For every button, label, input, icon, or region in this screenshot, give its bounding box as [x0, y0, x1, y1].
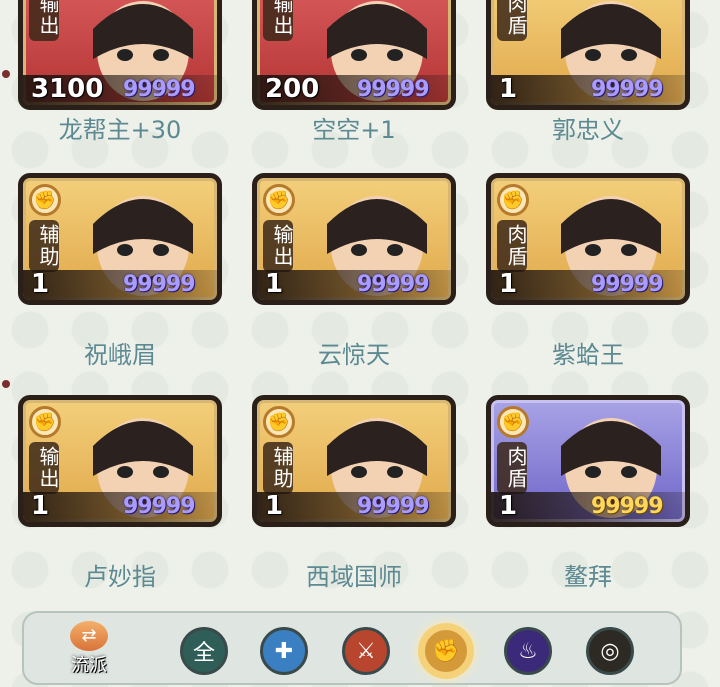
- hero-name: 鳌拜: [564, 563, 612, 591]
- hero-card[interactable]: 输出 3100 99999: [18, 0, 222, 110]
- hero-card[interactable]: ✊ 输出 1 99999: [18, 395, 222, 527]
- hero-level: 200: [265, 74, 320, 104]
- hero-power: 99999: [123, 494, 196, 519]
- hero-power: 99999: [123, 272, 196, 297]
- hero-card[interactable]: 输出 200 99999: [252, 0, 456, 110]
- fist-icon: ✊: [29, 406, 61, 438]
- role-badge: 肉盾: [497, 442, 528, 494]
- hero-power: 99999: [591, 272, 664, 297]
- school-label: 流派: [71, 655, 107, 676]
- swirl-filter-button[interactable]: ◎: [586, 627, 634, 675]
- hero-level: 1: [265, 491, 284, 521]
- hero-level: 1: [31, 269, 50, 299]
- sword-filter-button[interactable]: ✚: [260, 627, 308, 675]
- hero-level: 3100: [31, 74, 104, 104]
- role-badge: 辅助: [263, 442, 294, 494]
- fist-icon: ✊: [432, 638, 460, 664]
- role-badge: 输出: [263, 220, 294, 272]
- hero-name: 郭忠义: [552, 116, 624, 144]
- role-badge: 肉盾: [497, 220, 528, 272]
- swap-icon: ⇄: [70, 621, 108, 651]
- hero-power: 99999: [357, 272, 430, 297]
- hero-power: 99999: [591, 494, 664, 519]
- role-badge: 输出: [29, 0, 60, 41]
- role-badge: 辅助: [29, 220, 60, 272]
- hero-name: 云惊天: [318, 341, 390, 369]
- hero-card[interactable]: ✊ 肉盾 1 99999: [486, 395, 690, 527]
- hero-name: 空空+1: [312, 116, 396, 144]
- blade-icon: ⚔: [356, 638, 376, 664]
- all-icon: 全: [192, 641, 215, 666]
- role-badge: 输出: [263, 0, 294, 41]
- hero-grid: 输出 3100 99999 龙帮主+30 输出 200 99999 空空+1 肉盾 1 99999 郭…: [0, 0, 720, 610]
- all-filter-button[interactable]: 全: [180, 627, 228, 675]
- sword-icon: ✚: [274, 638, 294, 664]
- fist-filter-button[interactable]: ✊: [422, 627, 470, 675]
- hero-card[interactable]: ✊ 辅助 1 99999: [252, 395, 456, 527]
- hero-name: 卢妙指: [84, 563, 156, 591]
- swirl-icon: ◎: [600, 638, 620, 664]
- school-filter-button[interactable]: ⇄ 流派: [54, 621, 124, 681]
- fist-icon: ✊: [497, 406, 529, 438]
- hero-power: 99999: [357, 494, 430, 519]
- fist-icon: ✊: [263, 184, 295, 216]
- hero-name: 祝峨眉: [84, 341, 156, 369]
- hero-power: 99999: [123, 77, 196, 102]
- flame-filter-button[interactable]: ♨: [504, 627, 552, 675]
- hero-name: 西域国师: [306, 563, 402, 591]
- hero-name: 龙帮主+30: [58, 116, 182, 144]
- blade-filter-button[interactable]: ⚔: [342, 627, 390, 675]
- role-badge: 输出: [29, 442, 60, 494]
- fist-icon: ✊: [29, 184, 61, 216]
- hero-level: 1: [499, 269, 518, 299]
- hero-power: 99999: [591, 77, 664, 102]
- hero-name: 紫蛤王: [552, 341, 624, 369]
- hero-card[interactable]: ✊ 辅助 1 99999: [18, 173, 222, 305]
- hero-card[interactable]: 肉盾 1 99999: [486, 0, 690, 110]
- hero-card[interactable]: ✊ 输出 1 99999: [252, 173, 456, 305]
- role-badge: 肉盾: [497, 0, 528, 41]
- fist-icon: ✊: [263, 406, 295, 438]
- hero-level: 1: [499, 491, 518, 521]
- hero-card[interactable]: ✊ 肉盾 1 99999: [486, 173, 690, 305]
- hero-power: 99999: [357, 77, 430, 102]
- fist-icon: ✊: [497, 184, 529, 216]
- hero-level: 1: [265, 269, 284, 299]
- hero-level: 1: [499, 74, 518, 104]
- hero-level: 1: [31, 491, 50, 521]
- flame-icon: ♨: [518, 638, 538, 664]
- filter-bar: ⇄ 流派 全 ✚ ⚔ ✊ ♨ ◎: [22, 611, 682, 685]
